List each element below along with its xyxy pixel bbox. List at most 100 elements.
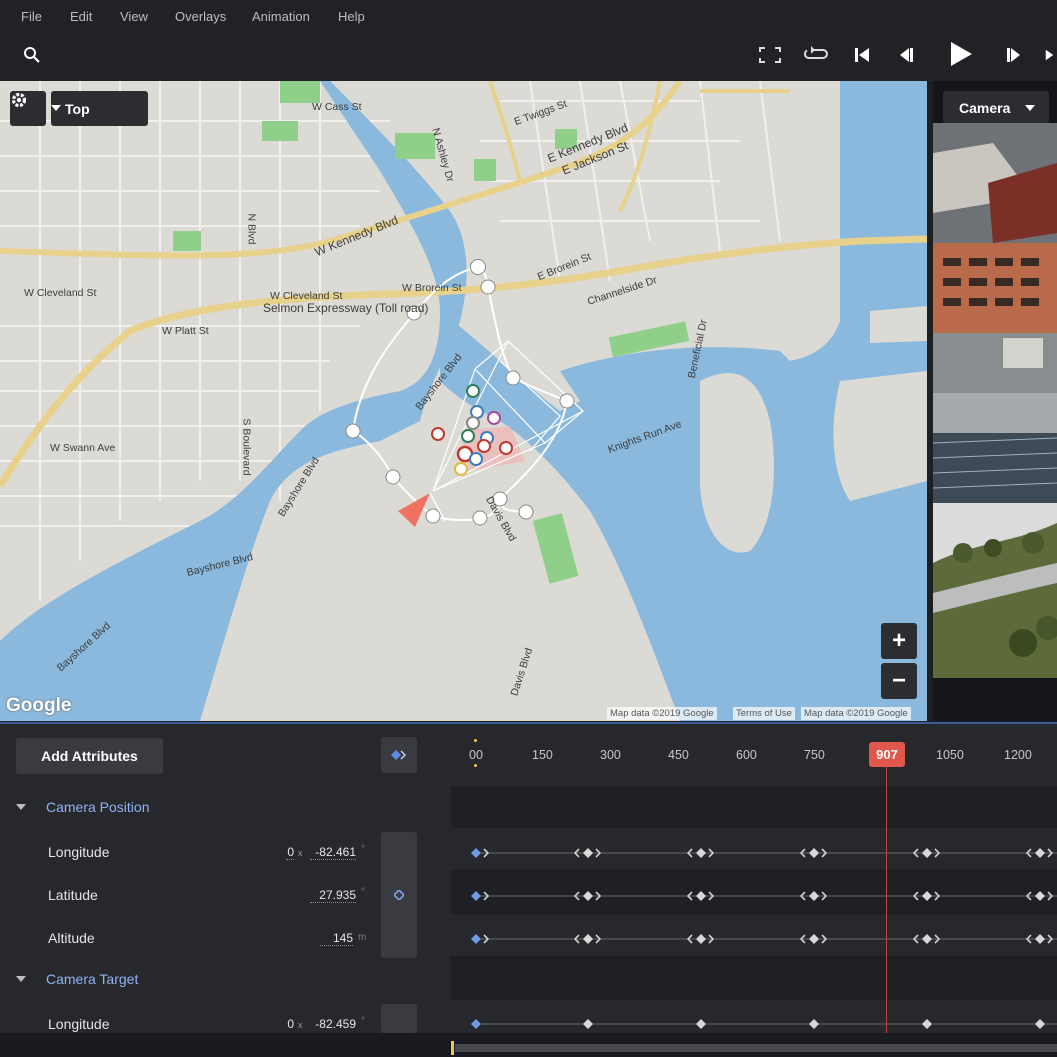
view-mode-select[interactable]: Top bbox=[51, 91, 148, 126]
keyframe[interactable] bbox=[1035, 848, 1045, 858]
keyframe[interactable] bbox=[696, 848, 706, 858]
camera-render bbox=[933, 123, 1057, 678]
map-label: W Cleveland St bbox=[24, 287, 97, 299]
camera-preview-panel[interactable]: Camera bbox=[933, 81, 1057, 721]
attr-offset[interactable]: 0 bbox=[286, 1017, 294, 1031]
map-view[interactable]: W Cass St E Twiggs St N Ashley Dr E Kenn… bbox=[0, 81, 927, 721]
keyframe[interactable] bbox=[809, 891, 819, 901]
chevron-down-icon bbox=[1025, 105, 1035, 111]
keyframe-nav-button[interactable] bbox=[381, 737, 417, 773]
menu-file[interactable]: File bbox=[21, 9, 42, 24]
attr-unit: ° bbox=[361, 1016, 365, 1027]
app-window: { "menu": { "items": ["File", "Edit", "V… bbox=[0, 0, 1057, 1057]
menu-overlays[interactable]: Overlays bbox=[175, 9, 226, 24]
attr-value-longitude[interactable]: -82.459 bbox=[310, 1017, 356, 1031]
view-mode-label: Top bbox=[65, 100, 90, 117]
loop-icon[interactable] bbox=[801, 41, 831, 69]
section-title: Camera Position bbox=[46, 799, 150, 815]
attr-unit: ° bbox=[361, 887, 365, 898]
section-title: Camera Target bbox=[46, 971, 139, 987]
keyframe[interactable] bbox=[809, 848, 819, 858]
map-label: W Brorein St bbox=[402, 282, 462, 294]
step-back-icon[interactable] bbox=[893, 41, 919, 69]
timeline-panel: Add Attributes Camera Position Longitude… bbox=[0, 722, 1057, 1057]
section-camera-position[interactable]: Camera Position bbox=[0, 787, 451, 827]
keyframe[interactable] bbox=[1035, 891, 1045, 901]
search-icon[interactable] bbox=[20, 43, 44, 67]
keyframe[interactable] bbox=[696, 891, 706, 901]
menu-animation[interactable]: Animation bbox=[252, 9, 310, 24]
attr-value-latitude[interactable]: 27.935 bbox=[310, 888, 356, 903]
attr-offset[interactable]: 0 bbox=[286, 845, 294, 860]
menu-edit[interactable]: Edit bbox=[70, 9, 92, 24]
camera-select[interactable]: Camera bbox=[943, 91, 1049, 124]
keyframe[interactable] bbox=[583, 891, 593, 901]
map-label: S Boulevard bbox=[240, 418, 253, 476]
map-attribution: Map data ©2019 Google bbox=[607, 707, 717, 720]
keyframe[interactable] bbox=[583, 1019, 593, 1029]
toolbar bbox=[0, 32, 1057, 81]
keyframe-start[interactable] bbox=[471, 1019, 481, 1029]
keyframe[interactable] bbox=[696, 934, 706, 944]
zoom-out-button[interactable]: − bbox=[881, 663, 917, 699]
attr-value-longitude[interactable]: -82.461 bbox=[310, 845, 356, 860]
target-keyframe-toggle[interactable] bbox=[381, 1004, 417, 1033]
caret-down-icon[interactable] bbox=[16, 976, 26, 982]
keyframe[interactable] bbox=[583, 848, 593, 858]
attr-value-altitude[interactable]: 145 bbox=[320, 931, 353, 946]
keyframe[interactable] bbox=[1035, 1019, 1045, 1029]
map-canvas[interactable] bbox=[0, 81, 927, 721]
playhead-line[interactable] bbox=[886, 767, 887, 1033]
attr-x-label: x bbox=[298, 848, 303, 858]
attr-unit: m bbox=[358, 932, 367, 943]
attr-label-altitude: Altitude bbox=[48, 930, 95, 946]
keyframe-start[interactable] bbox=[471, 934, 481, 944]
section-camera-target[interactable]: Camera Target bbox=[0, 959, 451, 999]
terms-link[interactable]: Terms of Use bbox=[733, 707, 795, 720]
keyframe[interactable] bbox=[922, 1019, 932, 1029]
caret-down-icon[interactable] bbox=[16, 804, 26, 810]
menu-bar: File Edit View Overlays Animation Help bbox=[0, 0, 1057, 32]
settings-button[interactable] bbox=[10, 91, 46, 126]
keyframe-tracks[interactable]: 00 150 300 450 600 750 1050 1200 907 bbox=[451, 724, 1057, 1057]
keyframe[interactable] bbox=[922, 848, 932, 858]
map-label: W Cass St bbox=[312, 101, 362, 113]
attr-label-longitude: Longitude bbox=[48, 1016, 110, 1032]
fullscreen-icon[interactable] bbox=[756, 41, 784, 69]
keyframe-start[interactable] bbox=[471, 891, 481, 901]
attr-label-latitude: Latitude bbox=[48, 887, 98, 903]
keyframe[interactable] bbox=[1035, 934, 1045, 944]
add-attributes-button[interactable]: Add Attributes bbox=[16, 738, 163, 774]
map-attribution-2: Map data ©2019 Google bbox=[801, 707, 911, 720]
map-label: Selmon Expressway (Toll road) bbox=[263, 301, 429, 315]
keyframe[interactable] bbox=[809, 1019, 819, 1029]
keyframe-start[interactable] bbox=[471, 848, 481, 858]
map-label: W Platt St bbox=[162, 325, 209, 337]
keyframe[interactable] bbox=[583, 934, 593, 944]
camera-select-label: Camera bbox=[959, 99, 1011, 116]
keyframe[interactable] bbox=[696, 1019, 706, 1029]
attr-unit: ° bbox=[361, 844, 365, 855]
scroll-thumb[interactable] bbox=[455, 1044, 1057, 1052]
keyframe[interactable] bbox=[922, 891, 932, 901]
gear-icon bbox=[11, 92, 27, 108]
skip-to-start-icon[interactable] bbox=[849, 41, 875, 69]
attr-label-longitude: Longitude bbox=[48, 844, 110, 860]
menu-help[interactable]: Help bbox=[338, 9, 365, 24]
step-forward-icon[interactable] bbox=[1001, 41, 1027, 69]
attributes-panel: Add Attributes Camera Position Longitude… bbox=[0, 724, 451, 1057]
keyframe[interactable] bbox=[922, 934, 932, 944]
timeline-scrollbar[interactable] bbox=[0, 1033, 1057, 1057]
play-icon[interactable] bbox=[944, 37, 978, 71]
google-logo: Google bbox=[6, 695, 72, 716]
chevron-down-icon bbox=[51, 105, 61, 111]
keyframe-canvas[interactable] bbox=[451, 724, 1057, 1033]
menu-view[interactable]: View bbox=[120, 9, 148, 24]
zoom-in-button[interactable]: + bbox=[881, 623, 917, 659]
map-label: W Swann Ave bbox=[50, 442, 116, 454]
attr-x-label: x bbox=[298, 1020, 303, 1030]
map-label: N Blvd bbox=[245, 213, 258, 245]
keyframe[interactable] bbox=[809, 934, 819, 944]
skip-to-end-icon[interactable] bbox=[1045, 41, 1057, 69]
position-keyframe-toggle[interactable] bbox=[381, 832, 417, 958]
